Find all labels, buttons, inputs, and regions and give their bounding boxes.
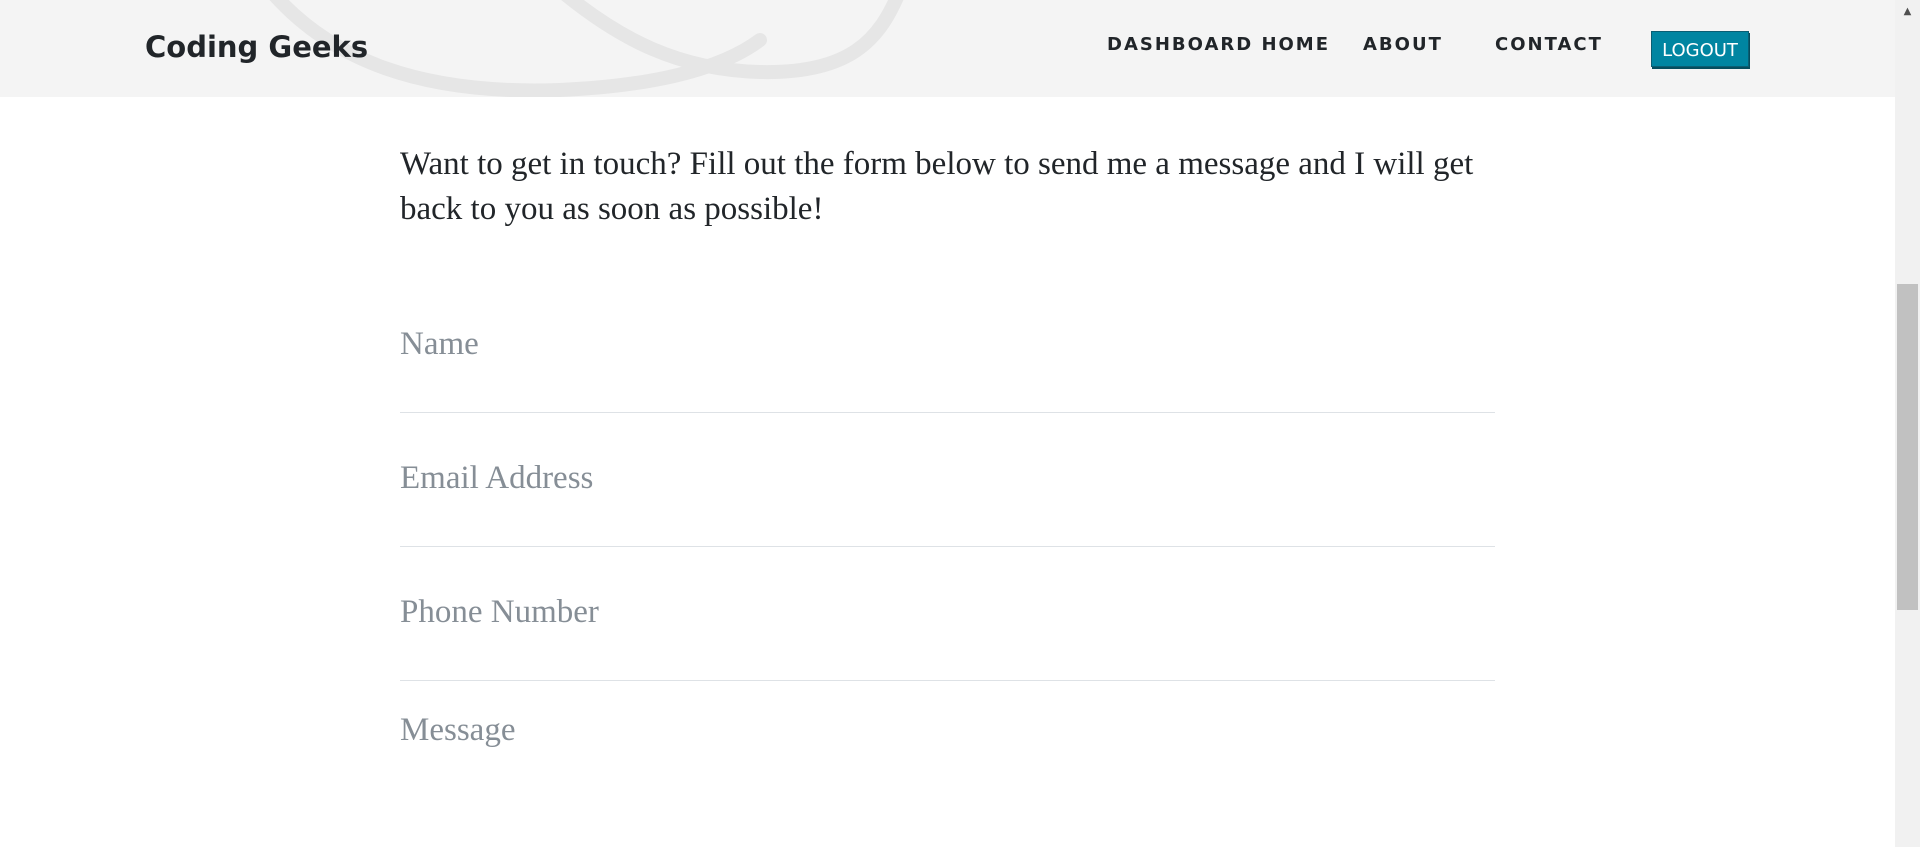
scroll-up-arrow-icon[interactable]: ▲ [1895, 0, 1920, 22]
logout-button[interactable]: LOGOUT [1651, 31, 1749, 67]
page-viewport: Coding Geeks DASHBOARD HOME ABOUT CONTAC… [0, 0, 1895, 847]
contact-intro-text: Want to get in touch? Fill out the form … [400, 146, 1474, 227]
vertical-scrollbar[interactable]: ▲ [1895, 0, 1920, 847]
brand-logo-link[interactable]: Coding Geeks [145, 30, 368, 64]
email-field-group [400, 454, 1495, 547]
message-textarea[interactable] [400, 712, 1495, 832]
name-field-group [400, 320, 1495, 413]
nav-link-about[interactable]: ABOUT [1363, 34, 1443, 55]
name-input[interactable] [400, 320, 1495, 368]
nav-link-contact[interactable]: CONTACT [1495, 34, 1603, 55]
scrollbar-thumb[interactable] [1897, 284, 1918, 610]
phone-field-group [400, 588, 1495, 681]
message-field-group [400, 712, 1495, 847]
email-input[interactable] [400, 454, 1495, 502]
phone-input[interactable] [400, 588, 1495, 636]
navbar: Coding Geeks DASHBOARD HOME ABOUT CONTAC… [0, 0, 1895, 97]
nav-link-dashboard-home[interactable]: DASHBOARD HOME [1107, 34, 1330, 55]
